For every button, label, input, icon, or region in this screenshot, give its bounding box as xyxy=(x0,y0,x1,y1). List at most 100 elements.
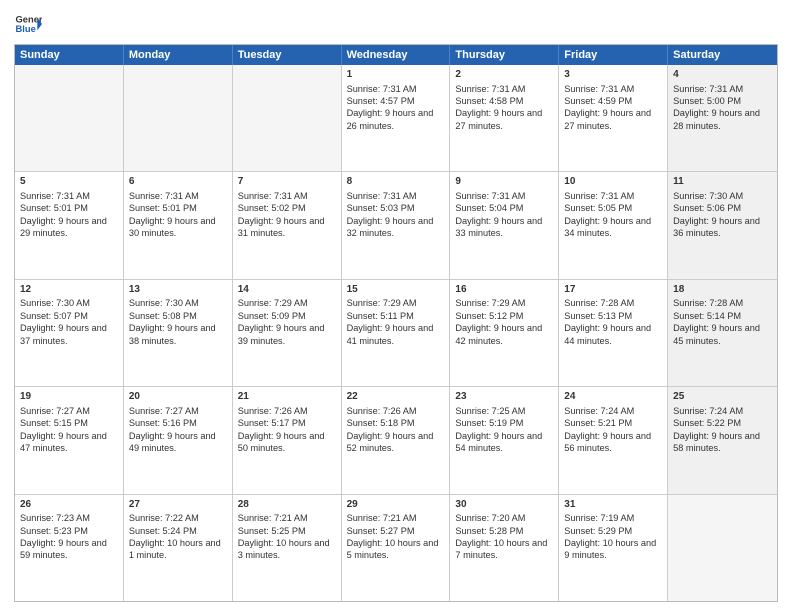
day-info: Sunset: 5:01 PM xyxy=(20,202,118,214)
day-info: Daylight: 9 hours and 27 minutes. xyxy=(455,107,553,132)
day-info: Sunrise: 7:31 AM xyxy=(455,190,553,202)
empty-cell xyxy=(15,65,124,171)
week-row-5: 26Sunrise: 7:23 AMSunset: 5:23 PMDayligh… xyxy=(15,495,777,601)
day-info: Sunrise: 7:31 AM xyxy=(347,190,445,202)
day-info: Sunset: 4:58 PM xyxy=(455,95,553,107)
day-info: Sunrise: 7:24 AM xyxy=(673,405,772,417)
day-info: Daylight: 9 hours and 28 minutes. xyxy=(673,107,772,132)
day-number: 26 xyxy=(20,498,118,512)
day-header-sunday: Sunday xyxy=(15,45,124,65)
day-info: Daylight: 9 hours and 56 minutes. xyxy=(564,430,662,455)
day-info: Sunset: 5:13 PM xyxy=(564,310,662,322)
day-cell-28: 28Sunrise: 7:21 AMSunset: 5:25 PMDayligh… xyxy=(233,495,342,601)
day-number: 31 xyxy=(564,498,662,512)
day-cell-11: 11Sunrise: 7:30 AMSunset: 5:06 PMDayligh… xyxy=(668,172,777,278)
day-info: Sunset: 5:11 PM xyxy=(347,310,445,322)
day-number: 6 xyxy=(129,175,227,189)
day-info: Sunrise: 7:27 AM xyxy=(129,405,227,417)
day-number: 11 xyxy=(673,175,772,189)
day-cell-27: 27Sunrise: 7:22 AMSunset: 5:24 PMDayligh… xyxy=(124,495,233,601)
day-info: Sunrise: 7:26 AM xyxy=(347,405,445,417)
empty-cell xyxy=(233,65,342,171)
day-number: 8 xyxy=(347,175,445,189)
day-info: Sunset: 5:24 PM xyxy=(129,525,227,537)
day-info: Sunset: 5:28 PM xyxy=(455,525,553,537)
day-info: Daylight: 9 hours and 31 minutes. xyxy=(238,215,336,240)
day-info: Daylight: 9 hours and 32 minutes. xyxy=(347,215,445,240)
day-info: Daylight: 10 hours and 5 minutes. xyxy=(347,537,445,562)
day-number: 1 xyxy=(347,68,445,82)
day-cell-8: 8Sunrise: 7:31 AMSunset: 5:03 PMDaylight… xyxy=(342,172,451,278)
day-info: Daylight: 9 hours and 34 minutes. xyxy=(564,215,662,240)
day-info: Daylight: 9 hours and 41 minutes. xyxy=(347,322,445,347)
day-number: 24 xyxy=(564,390,662,404)
day-info: Daylight: 9 hours and 39 minutes. xyxy=(238,322,336,347)
day-info: Sunset: 4:57 PM xyxy=(347,95,445,107)
day-info: Sunset: 4:59 PM xyxy=(564,95,662,107)
day-info: Sunrise: 7:27 AM xyxy=(20,405,118,417)
day-info: Sunset: 5:09 PM xyxy=(238,310,336,322)
day-info: Daylight: 9 hours and 52 minutes. xyxy=(347,430,445,455)
day-info: Sunrise: 7:29 AM xyxy=(455,297,553,309)
day-info: Daylight: 9 hours and 58 minutes. xyxy=(673,430,772,455)
day-info: Sunrise: 7:21 AM xyxy=(347,512,445,524)
day-number: 16 xyxy=(455,283,553,297)
day-info: Sunset: 5:05 PM xyxy=(564,202,662,214)
day-cell-26: 26Sunrise: 7:23 AMSunset: 5:23 PMDayligh… xyxy=(15,495,124,601)
day-info: Sunset: 5:14 PM xyxy=(673,310,772,322)
calendar: SundayMondayTuesdayWednesdayThursdayFrid… xyxy=(14,44,778,602)
day-number: 23 xyxy=(455,390,553,404)
day-info: Sunrise: 7:31 AM xyxy=(238,190,336,202)
week-row-2: 5Sunrise: 7:31 AMSunset: 5:01 PMDaylight… xyxy=(15,172,777,279)
svg-text:Blue: Blue xyxy=(16,24,36,34)
day-info: Sunrise: 7:31 AM xyxy=(20,190,118,202)
day-cell-29: 29Sunrise: 7:21 AMSunset: 5:27 PMDayligh… xyxy=(342,495,451,601)
day-cell-25: 25Sunrise: 7:24 AMSunset: 5:22 PMDayligh… xyxy=(668,387,777,493)
day-cell-30: 30Sunrise: 7:20 AMSunset: 5:28 PMDayligh… xyxy=(450,495,559,601)
day-header-saturday: Saturday xyxy=(668,45,777,65)
day-number: 19 xyxy=(20,390,118,404)
day-info: Daylight: 9 hours and 29 minutes. xyxy=(20,215,118,240)
header: General Blue xyxy=(14,10,778,38)
day-number: 17 xyxy=(564,283,662,297)
day-info: Sunrise: 7:23 AM xyxy=(20,512,118,524)
day-cell-2: 2Sunrise: 7:31 AMSunset: 4:58 PMDaylight… xyxy=(450,65,559,171)
day-info: Daylight: 9 hours and 36 minutes. xyxy=(673,215,772,240)
page: General Blue SundayMondayTuesdayWednesda… xyxy=(0,0,792,612)
day-cell-1: 1Sunrise: 7:31 AMSunset: 4:57 PMDaylight… xyxy=(342,65,451,171)
day-info: Sunrise: 7:21 AM xyxy=(238,512,336,524)
day-info: Sunrise: 7:31 AM xyxy=(564,190,662,202)
day-cell-31: 31Sunrise: 7:19 AMSunset: 5:29 PMDayligh… xyxy=(559,495,668,601)
day-cell-6: 6Sunrise: 7:31 AMSunset: 5:01 PMDaylight… xyxy=(124,172,233,278)
day-number: 29 xyxy=(347,498,445,512)
empty-cell xyxy=(668,495,777,601)
day-info: Daylight: 9 hours and 33 minutes. xyxy=(455,215,553,240)
day-info: Sunset: 5:01 PM xyxy=(129,202,227,214)
week-row-4: 19Sunrise: 7:27 AMSunset: 5:15 PMDayligh… xyxy=(15,387,777,494)
day-info: Daylight: 10 hours and 9 minutes. xyxy=(564,537,662,562)
day-cell-19: 19Sunrise: 7:27 AMSunset: 5:15 PMDayligh… xyxy=(15,387,124,493)
day-info: Daylight: 9 hours and 38 minutes. xyxy=(129,322,227,347)
day-number: 13 xyxy=(129,283,227,297)
day-info: Sunset: 5:00 PM xyxy=(673,95,772,107)
day-header-thursday: Thursday xyxy=(450,45,559,65)
day-header-tuesday: Tuesday xyxy=(233,45,342,65)
day-info: Sunset: 5:04 PM xyxy=(455,202,553,214)
empty-cell xyxy=(124,65,233,171)
day-info: Sunset: 5:22 PM xyxy=(673,417,772,429)
day-cell-22: 22Sunrise: 7:26 AMSunset: 5:18 PMDayligh… xyxy=(342,387,451,493)
day-info: Sunset: 5:18 PM xyxy=(347,417,445,429)
day-info: Sunrise: 7:26 AM xyxy=(238,405,336,417)
day-cell-14: 14Sunrise: 7:29 AMSunset: 5:09 PMDayligh… xyxy=(233,280,342,386)
day-number: 9 xyxy=(455,175,553,189)
day-info: Sunset: 5:08 PM xyxy=(129,310,227,322)
day-cell-16: 16Sunrise: 7:29 AMSunset: 5:12 PMDayligh… xyxy=(450,280,559,386)
day-info: Sunset: 5:25 PM xyxy=(238,525,336,537)
day-number: 27 xyxy=(129,498,227,512)
day-info: Sunrise: 7:25 AM xyxy=(455,405,553,417)
day-info: Daylight: 9 hours and 37 minutes. xyxy=(20,322,118,347)
day-header-monday: Monday xyxy=(124,45,233,65)
day-cell-17: 17Sunrise: 7:28 AMSunset: 5:13 PMDayligh… xyxy=(559,280,668,386)
day-number: 10 xyxy=(564,175,662,189)
day-info: Sunset: 5:12 PM xyxy=(455,310,553,322)
